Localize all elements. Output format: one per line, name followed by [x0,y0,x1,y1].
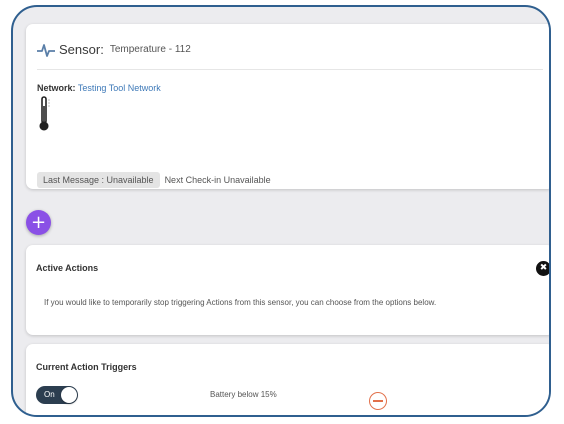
active-actions-title: Active Actions [36,263,99,273]
last-message-badge: Last Message : Unavailable [37,172,160,188]
toggle-knob [61,387,77,403]
sensor-title-label: Sensor: [59,42,104,57]
sensor-card: Sensor: Temperature - 112 Network: Testi… [26,24,549,189]
sensor-header: Sensor: Temperature - 112 [37,42,191,57]
header-divider [37,69,543,70]
close-button[interactable]: ✖ [536,261,549,276]
active-actions-description: If you would like to temporarily stop tr… [44,298,437,307]
pulse-icon [37,43,55,57]
trigger-text: Battery below 15% [210,390,277,399]
app-window: Sensor: Temperature - 112 Network: Testi… [11,5,551,417]
current-triggers-card: Current Action Triggers On Battery below… [26,344,549,415]
network-link[interactable]: Testing Tool Network [78,83,161,93]
next-checkin-text: Next Check-in Unavailable [164,175,271,185]
current-triggers-title: Current Action Triggers [36,362,137,372]
toggle-label: On [44,390,55,399]
network-line: Network: Testing Tool Network [37,83,161,93]
remove-trigger-button[interactable] [369,392,387,410]
network-label: Network: [37,83,76,93]
status-row: Last Message : Unavailable Next Check-in… [37,172,271,188]
add-action-button[interactable]: + [26,210,51,235]
active-actions-card: Active Actions ✖ If you would like to te… [26,245,549,335]
sensor-title-value: Temperature - 112 [109,44,191,55]
thermometer-icon [39,96,50,131]
minus-icon [373,400,383,402]
trigger-toggle[interactable]: On [36,386,78,404]
